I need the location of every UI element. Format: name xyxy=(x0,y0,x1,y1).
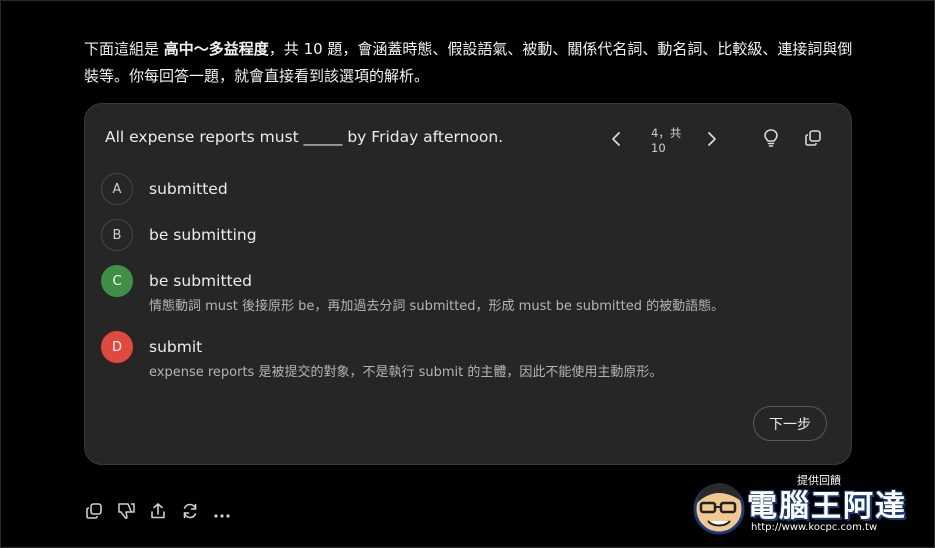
more-icon xyxy=(213,504,231,523)
option-text: be submitted xyxy=(149,272,252,290)
regenerate-icon xyxy=(181,502,199,524)
option-b[interactable]: B be submitting xyxy=(101,219,257,251)
message-actions xyxy=(84,503,244,523)
question-navigator: 4，共 10 xyxy=(605,126,723,156)
hint-button[interactable] xyxy=(761,128,781,152)
lightbulb-icon xyxy=(762,128,780,152)
option-text: submit xyxy=(149,338,203,356)
copy-question-button[interactable] xyxy=(803,130,823,150)
option-explanation: 情態動詞 must 後接原形 be，再加過去分詞 submitted，形成 mu… xyxy=(149,299,725,314)
assistant-message: 下面這組是 高中～多益程度，共 10 題，會涵蓋時態、假設語氣、被動、關係代名詞… xyxy=(84,36,864,90)
watermark-text: 電腦王阿達 xyxy=(747,489,907,524)
watermark-url: http://www.kocpc.com.tw xyxy=(751,522,878,533)
option-text: be submitting xyxy=(149,226,257,244)
mascot-icon xyxy=(693,483,745,535)
next-step-button[interactable]: 下一步 xyxy=(753,406,827,441)
option-d[interactable]: D submit expense reports 是被提交的對象，不是執行 su… xyxy=(101,331,662,382)
chevron-left-icon xyxy=(611,131,621,151)
share-button[interactable] xyxy=(148,503,168,523)
share-icon xyxy=(149,502,167,524)
chevron-right-icon xyxy=(707,131,717,151)
option-text: submitted xyxy=(149,180,228,198)
option-letter-correct: C xyxy=(101,265,133,297)
thumbs-down-icon xyxy=(116,502,136,524)
question-counter: 4，共 10 xyxy=(651,126,682,155)
next-question-button[interactable] xyxy=(701,130,723,152)
thumbs-down-button[interactable] xyxy=(116,503,136,523)
copy-icon xyxy=(85,502,103,524)
quiz-question: All expense reports must _____ by Friday… xyxy=(105,128,504,146)
intro-level: 高中～多益程度 xyxy=(163,40,269,58)
option-letter-wrong: D xyxy=(101,331,133,363)
quiz-card: All expense reports must _____ by Friday… xyxy=(84,103,852,465)
chat-window: 下面這組是 高中～多益程度，共 10 題，會涵蓋時態、假設語氣、被動、關係代名詞… xyxy=(0,0,935,548)
prev-question-button[interactable] xyxy=(605,130,627,152)
more-options-button[interactable] xyxy=(212,503,232,523)
option-c[interactable]: C be submitted 情態動詞 must 後接原形 be，再加過去分詞 … xyxy=(101,265,724,316)
copy-icon xyxy=(804,129,822,151)
option-letter: B xyxy=(101,219,133,251)
regenerate-button[interactable] xyxy=(180,503,200,523)
option-a[interactable]: A submitted xyxy=(101,173,228,205)
watermark-logo: 電腦王阿達 http://www.kocpc.com.tw xyxy=(691,475,931,545)
option-explanation: expense reports 是被提交的對象，不是執行 submit 的主體，… xyxy=(149,365,663,380)
option-letter: A xyxy=(101,173,133,205)
copy-button[interactable] xyxy=(84,503,104,523)
intro-text-1: 下面這組是 xyxy=(84,40,164,58)
